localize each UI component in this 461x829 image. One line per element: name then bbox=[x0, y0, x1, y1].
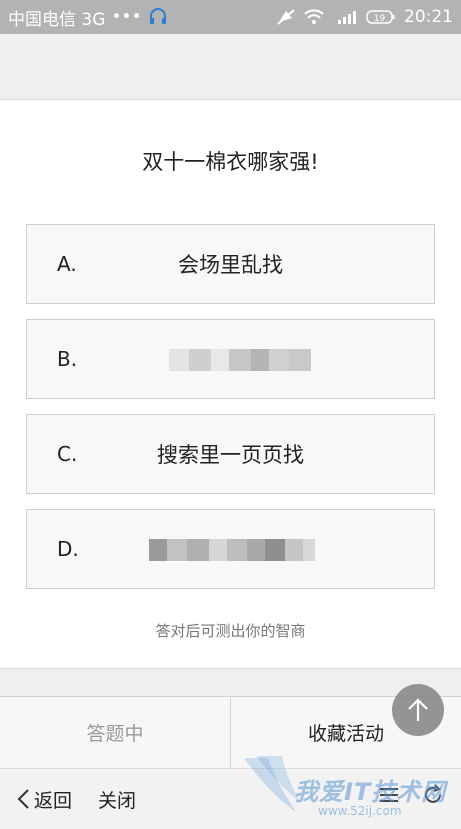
status-bar: 中国电信 3G ••• 19 20:21 bbox=[0, 0, 461, 34]
header-band bbox=[0, 34, 461, 100]
divider-band bbox=[0, 668, 461, 696]
signal-icon bbox=[332, 9, 358, 25]
back-label: 返回 bbox=[34, 789, 73, 812]
option-letter: D. bbox=[57, 537, 79, 561]
option-d[interactable]: D. bbox=[26, 509, 435, 589]
quiz-question: 双十一棉衣哪家强! bbox=[142, 150, 319, 174]
browser-toolbar: 返回 关闭 bbox=[0, 768, 461, 829]
answering-status-tab[interactable]: 答题中 bbox=[0, 697, 231, 768]
close-button[interactable]: 关闭 bbox=[98, 786, 136, 813]
menu-icon[interactable] bbox=[377, 783, 401, 812]
hint-text: 答对后可测出你的智商 bbox=[155, 622, 306, 640]
battery-icon: 19 bbox=[366, 9, 396, 25]
carrier-label: 中国电信 3G bbox=[8, 9, 106, 30]
headset-icon bbox=[148, 7, 168, 27]
arrow-up-icon bbox=[408, 698, 428, 721]
mute-icon bbox=[276, 8, 296, 26]
back-button[interactable]: 返回 bbox=[16, 786, 72, 813]
wifi-icon bbox=[304, 9, 324, 25]
clock: 20:21 bbox=[404, 7, 453, 27]
option-text: 会场里乱找 bbox=[178, 253, 283, 277]
blurred-text bbox=[149, 539, 315, 561]
option-text: 搜索里一页页找 bbox=[157, 443, 304, 467]
chevron-left-icon bbox=[17, 789, 29, 809]
refresh-icon[interactable] bbox=[421, 783, 445, 812]
option-letter: B. bbox=[57, 347, 78, 371]
option-c[interactable]: C. 搜索里一页页找 bbox=[26, 414, 435, 494]
more-notifications-dots: ••• bbox=[111, 7, 142, 27]
blurred-text bbox=[169, 349, 311, 371]
option-a[interactable]: A. 会场里乱找 bbox=[26, 224, 435, 304]
battery-level: 19 bbox=[374, 14, 386, 24]
option-b[interactable]: B. bbox=[26, 319, 435, 399]
scroll-to-top-button[interactable] bbox=[392, 684, 444, 736]
